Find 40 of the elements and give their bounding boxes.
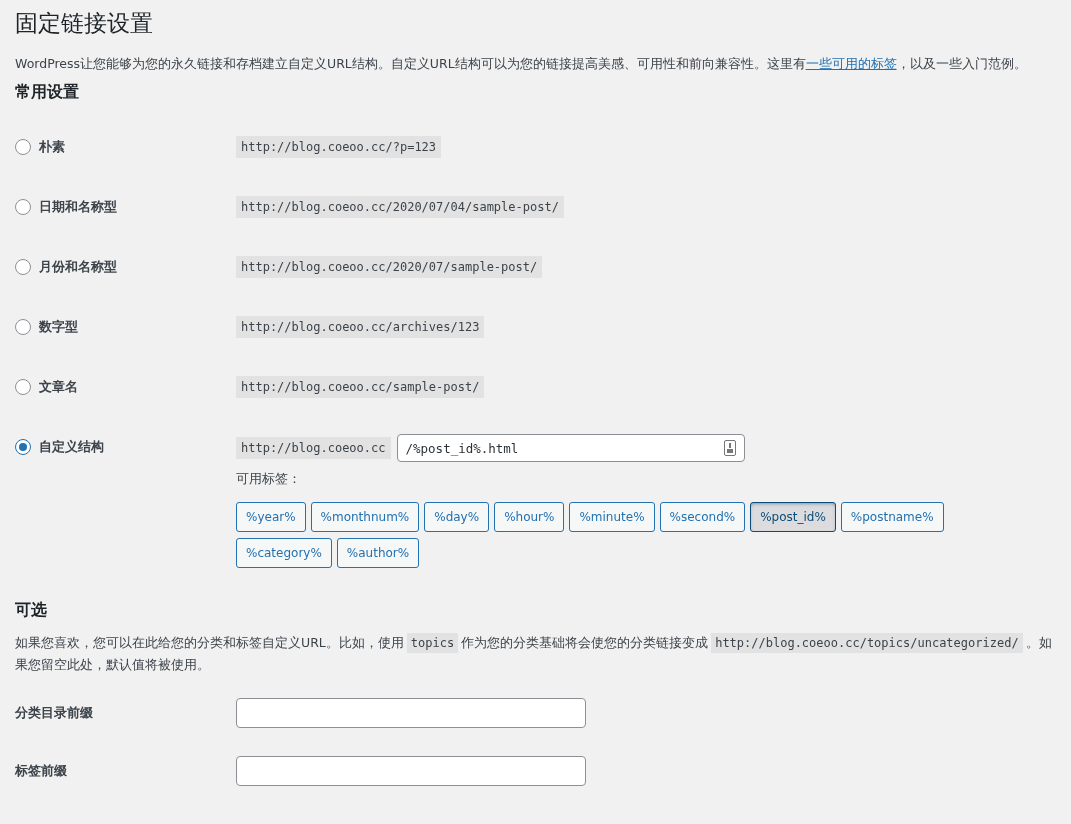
tag-button[interactable]: %category% [236, 538, 332, 568]
option-label: 文章名 [39, 378, 78, 396]
tag-button[interactable]: %hour% [494, 502, 565, 532]
url-example: http://blog.coeoo.cc/sample-post/ [236, 376, 485, 398]
structure-input[interactable]: /%post_id%.html [396, 434, 745, 462]
tag-button[interactable]: %day% [424, 502, 490, 532]
field-label: 分类目录前缀 [15, 704, 94, 722]
tag-button[interactable]: %second% [659, 502, 746, 532]
url-prefix: http://blog.coeoo.cc [236, 437, 391, 459]
section-heading: 常用设置 [15, 81, 80, 103]
page-title: 固定链接设置 [15, 9, 154, 38]
radio-button[interactable] [15, 199, 31, 215]
radio-button[interactable] [15, 139, 31, 155]
radio-button[interactable] [15, 379, 31, 395]
option-label: 日期和名称型 [39, 198, 117, 216]
tag-button[interactable]: %year% [236, 502, 306, 532]
key-icon [723, 440, 736, 456]
field-label: 标签前缀 [15, 762, 68, 780]
radio-button[interactable] [15, 319, 31, 335]
radio-button[interactable] [15, 259, 31, 275]
option-label: 自定义结构 [39, 438, 104, 456]
option-label: 朴素 [39, 138, 65, 156]
option-label: 月份和名称型 [39, 258, 117, 276]
tag-button[interactable]: %minute% [569, 502, 655, 532]
tag-button[interactable]: %post_id% [750, 502, 836, 532]
url-example: http://blog.coeoo.cc/?p=123 [236, 136, 442, 158]
url-example: http://blog.coeoo.cc/archives/123 [236, 316, 485, 338]
tag-button[interactable]: %monthnum% [310, 502, 420, 532]
tag-button[interactable]: %postname% [840, 502, 944, 532]
url-example: http://blog.coeoo.cc/2020/07/04/sample-post/ [236, 196, 564, 218]
option-label: 数字型 [39, 318, 78, 336]
prefix-input[interactable] [236, 756, 586, 786]
optional-description: 如果您喜欢，您可以在此给您的分类和标签自定义URL。比如，使用 topics 作为您的分类基础将会使您的分类链接变成 http://blog.coeoo.cc/topics/uncategorized/ 。如果您留空此处，默认值将被使用。 [15, 632, 1053, 674]
tags-label: 可用标签： [236, 470, 302, 488]
section-heading: 可选 [15, 599, 48, 621]
prefix-input[interactable] [236, 698, 586, 728]
tag-button[interactable]: %author% [336, 538, 420, 568]
intro-text: WordPress让您能够为您的永久链接和存档建立自定义URL结构。自定义URL结构可以为您的链接提高美感、可用性和前向兼容性。这里有一些可用的标签，以及一些入门范例。 [15, 55, 1028, 73]
url-example: http://blog.coeoo.cc/2020/07/sample-post/ [236, 256, 543, 278]
radio-button[interactable] [15, 439, 31, 455]
